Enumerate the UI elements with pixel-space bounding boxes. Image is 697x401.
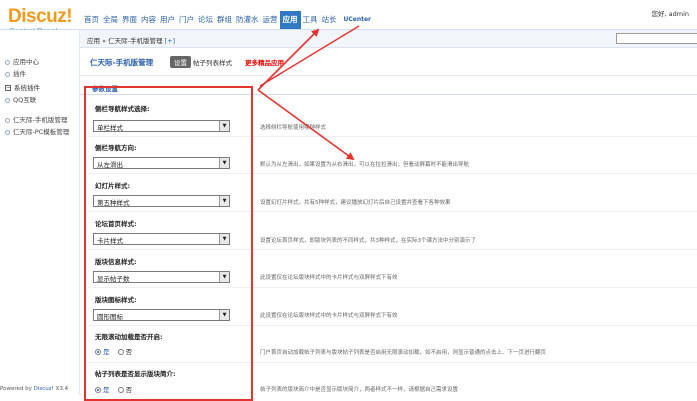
sidebar-item-label: 仁天际-PC模板管理	[13, 128, 70, 136]
nav-item-home[interactable]: 首页	[82, 13, 101, 27]
nav-item-portal[interactable]: 门户	[177, 13, 196, 27]
tab-more-apps[interactable]: 更多精品应用	[245, 57, 284, 67]
sidebar-item-label: QQ互联	[13, 96, 37, 104]
search-input[interactable]	[616, 33, 697, 44]
breadcrumb-bar: 应用 » 仁天际-手机版管理 [+]	[80, 30, 697, 48]
nav-item-webmaster[interactable]: 站长	[320, 13, 339, 27]
field-hint: 选择侧栏导航使用哪种样式	[260, 125, 327, 131]
field-hint: 设置论坛首页样式，即版块列表的不同样式，共3种样式，在实际3个课方法中分别演示了	[260, 238, 477, 244]
sidebar-item-label: 插件	[13, 70, 26, 78]
top-header: Discuz! Control Panel 首页 全局 界面 内容 用户 门户 …	[0, 0, 697, 36]
sidebar-item-app-center[interactable]: 应用中心	[5, 56, 39, 66]
sidebar-item-qq-connect[interactable]: QQ互联	[5, 94, 36, 104]
breadcrumb: 应用 » 仁天际-手机版管理 [+]	[87, 37, 176, 45]
plugin-title-row: 仁天际-手机版管理 设置 帖子列表样式 更多精品应用	[80, 48, 697, 76]
nav-item-apps[interactable]: 应用	[279, 11, 301, 29]
field-hint: 此设置仅在论坛版块样式中的卡片样式与双屏样式下有效	[260, 313, 398, 319]
field-hint: 帖子列表的版块简介中是否显示版块简介，两者样式不一样，请根据自己需求设置	[260, 387, 459, 393]
nav-item-tools[interactable]: 工具	[301, 13, 320, 27]
powered-by: Powered by Discuz! X3.4	[0, 386, 69, 392]
add-favorite-link[interactable]: [+]	[165, 37, 176, 45]
field-hint: 此设置仅在论坛版块样式中的卡片样式与双屏样式下有效	[260, 275, 398, 281]
nav-item-forum[interactable]: 论坛	[196, 13, 215, 27]
field-hint: 门户首页自动加载帖子列表与版块帖子列表是否启用无限滚动加载，如不启用，则显示普通…	[260, 350, 547, 356]
nav-item-operations[interactable]: 运营	[261, 13, 280, 27]
sidebar-group-system-plugins[interactable]: − 系统插件	[5, 82, 40, 92]
discuz-link[interactable]: Discuz!	[34, 386, 54, 392]
sidebar: 应用中心 插件 − 系统插件 QQ互联 仁天际-手机版管理 仁天际-PC模板管理	[0, 30, 80, 395]
bullet-icon	[5, 129, 10, 135]
nav-item-content[interactable]: 内容	[139, 13, 158, 27]
sidebar-item-pc-template-manager[interactable]: 仁天际-PC模板管理	[5, 126, 69, 136]
nav-item-users[interactable]: 用户	[158, 13, 177, 27]
field-hint: 设置幻灯片样式，共有5种样式，建议播放幻灯片后自己设置并查看下各种效果	[260, 200, 451, 206]
nav-item-interface[interactable]: 界面	[120, 13, 139, 27]
nav-item-groups[interactable]: 群组	[215, 13, 234, 27]
field-hint: 默认为从左滑出，如果设置为从右滑出，可以在拉拉滑出，但看动屏幕时不能滑出导航	[260, 162, 470, 168]
sidebar-item-label: 应用中心	[13, 58, 39, 66]
sidebar-item-plugins[interactable]: 插件	[5, 68, 26, 78]
settings-tab-button[interactable]: 设置	[170, 56, 191, 68]
tab-post-list-style[interactable]: 帖子列表样式	[193, 57, 232, 67]
user-greeting: 您好, admin	[651, 10, 690, 18]
plugin-title: 仁天际-手机版管理	[90, 58, 154, 67]
collapse-icon[interactable]: −	[5, 85, 11, 91]
nav-item-antispam[interactable]: 防灌水	[234, 13, 261, 27]
bullet-icon	[5, 71, 10, 77]
nav-item-ucenter[interactable]: UCenter	[342, 13, 374, 27]
logo[interactable]: Discuz!	[8, 6, 73, 28]
sidebar-item-mobile-manager[interactable]: 仁天际-手机版管理	[5, 114, 67, 124]
bullet-icon	[5, 97, 10, 103]
sidebar-item-label: 仁天际-手机版管理	[13, 116, 68, 124]
bullet-icon	[5, 59, 10, 65]
bullet-icon	[5, 117, 10, 123]
nav-item-global[interactable]: 全局	[101, 13, 120, 27]
sidebar-item-label: 系统插件	[14, 84, 40, 92]
annotation-highlight-box	[84, 86, 253, 401]
top-navigation: 首页 全局 界面 内容 用户 门户 论坛 群组 防灌水 运营 应用 工具 站长 …	[82, 11, 373, 29]
